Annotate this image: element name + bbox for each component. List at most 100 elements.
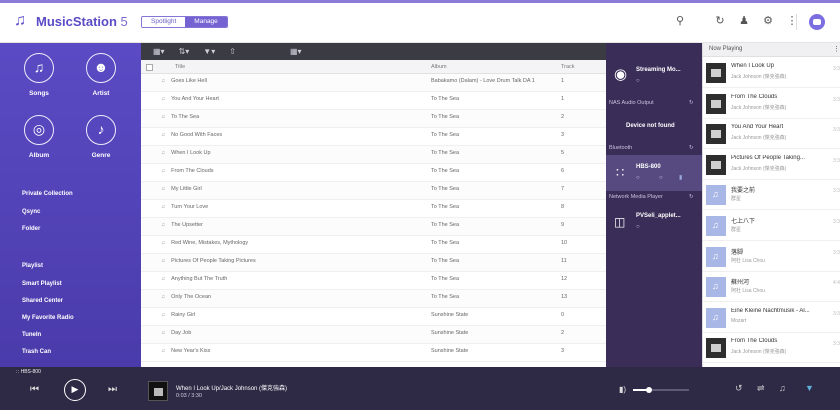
volume-icon[interactable]: ▮) [619,385,626,394]
song-track: 11 [561,258,567,264]
list-item[interactable]: Pictures Of People Taking... Jack Johnson… [703,150,840,180]
category-label: Artist [92,90,110,97]
next-icon[interactable]: ⏭ [108,384,117,395]
refresh-icon[interactable]: ↻ [713,14,727,28]
song-title: ♫ My Little Girl [161,186,202,192]
table-row[interactable]: ♫ When I Look Up To The Sea 5 [141,146,606,164]
avatar[interactable] [809,14,825,30]
list-item[interactable]: 七上八下群星 3:3 [703,211,840,241]
sidebar-item-qsync[interactable]: Qsync [22,209,40,215]
category-genre[interactable]: ♪ Genre [76,115,126,159]
equalizer-icon[interactable]: ♫ [779,383,786,393]
more-icon[interactable]: ▦▾ [290,47,302,56]
song-track: 0 [561,312,565,318]
refresh-icon[interactable]: ↻ [689,145,694,151]
album-art [706,185,726,206]
list-item[interactable]: You And Your Heart Jack Johnson (傑克強森) 3:3 [703,119,840,150]
headphones-icon: ◉ [614,66,628,83]
table-row[interactable]: ♫ You And Your Heart To The Sea 1 [141,92,606,110]
search-icon[interactable]: ⚲ [673,14,687,28]
song-album: To The Sea [431,294,460,300]
song-title: ♫ The Upsetter [161,222,203,228]
song-title: ♫ Only The Ocean [161,294,212,300]
table-row[interactable]: ♫ My Little Girl To The Sea 7 [141,182,606,200]
table-row[interactable]: ♫ From The Clouds To The Sea 6 [141,164,606,182]
song-track: 3 [561,348,565,354]
category-artist[interactable]: ☻ Artist [76,53,126,97]
music-note-icon: ♫ [161,258,166,264]
album-art [706,277,726,298]
previous-icon[interactable]: ⏮ [30,384,39,395]
radio-icon[interactable]: ○ [659,175,663,181]
table-row[interactable]: ♫ Goes Like Hell Babakamo (Dalam) - Love D… [141,74,606,92]
table-row[interactable]: ♫ Day Job Sunshine State 2 [141,326,606,344]
sidebar-item-favorite-radio[interactable]: My Favorite Radio [22,315,74,321]
more-icon[interactable]: ⋮ [833,45,840,53]
user-icon[interactable]: ♟ [737,14,751,28]
current-output-device[interactable]: ∷ HBS-800 [16,369,41,375]
trash-icon[interactable]: ▮ [679,174,682,181]
sidebar-item-private-collection[interactable]: Private Collection [22,191,73,197]
list-item[interactable]: 落脚阿杜 Lisa Chou 3:3 [703,242,840,272]
song-track: 8 [561,204,565,210]
music-note-icon: ♫ [161,132,166,138]
music-note-icon: ♫ [161,348,166,354]
music-note-icon: ♫ [24,53,54,83]
table-row[interactable]: ♫ Only The Ocean To The Sea 13 [141,290,606,308]
category-album[interactable]: ◎ Album [14,115,64,159]
view-icon[interactable]: ▦▾ [153,47,165,56]
column-title[interactable]: Title [175,64,430,70]
table-row[interactable]: ♫ The Upsetter To The Sea 9 [141,218,606,236]
list-item[interactable]: From The Clouds Jack Johnson (傑克強森) 3:3 [703,89,840,119]
table-row[interactable]: ♫ Anything But The Truth To The Sea 12 [141,272,606,290]
table-row[interactable]: ♫ Red Wine, Mistakes, Mythology To The Sea… [141,236,606,254]
play-button[interactable]: ▶ [64,379,86,401]
refresh-icon[interactable]: ↻ [689,194,694,200]
filter-icon[interactable]: ▼▾ [203,47,215,56]
sidebar-item-shared-center[interactable]: Shared Center [22,298,63,304]
volume-knob[interactable] [645,387,652,393]
radio-icon[interactable]: ○ [636,78,640,84]
list-item[interactable]: Eine Kleine Nachtmusik - Al... Mozart 3:3 [703,303,840,333]
network-device-name[interactable]: PVSeli_applet... [636,213,681,219]
streaming-mode-label[interactable]: Streaming Mo... [636,67,681,73]
table-row[interactable]: ♫ New Year's Kiss Sunshine State 3 [141,344,606,362]
list-item[interactable]: When I Look Up Jack Johnson (傑克強森) 3:3 [703,58,840,88]
shuffle-icon[interactable]: ⇌ [757,383,765,394]
sidebar-item-playlist[interactable]: Playlist [22,263,43,269]
song-album: Sunshine State [431,348,469,354]
table-row[interactable]: ♫ Rainy Girl Sunshine State 0 [141,308,606,326]
column-track[interactable]: Track [561,64,591,70]
sidebar-item-folder[interactable]: Folder [22,226,40,232]
list-item[interactable]: 蘇州河阿杜 Lisa Chou 4:4 [703,272,840,303]
mode-spotlight-button[interactable]: Spotlight [142,17,186,27]
list-item[interactable]: From The Clouds Jack Johnson (傑克強森) 3:3 [703,333,840,364]
category-songs[interactable]: ♫ Songs [14,53,64,97]
top-bar: ♫ MusicStation 5 Spotlight Manage ⚲ ↻ ♟ … [0,0,840,43]
select-all-checkbox[interactable] [146,64,153,71]
table-row[interactable]: ♫ Pictures Of People Taking Pictures To Th… [141,254,606,272]
radio-icon[interactable]: ○ [636,175,640,181]
sidebar-item-trash-can[interactable]: Trash Can [22,349,51,355]
track-artist: 群星 [731,196,742,203]
volume-slider[interactable] [633,387,689,393]
sidebar-item-tunein[interactable]: TuneIn [22,332,41,338]
mode-manage-button[interactable]: Manage [185,17,227,27]
track-artist: Jack Johnson (傑克強森) [731,74,787,80]
wifi-icon[interactable]: ▼ [805,383,814,393]
sort-icon[interactable]: ⇅▾ [179,47,190,56]
upload-icon[interactable]: ⇧ [229,47,236,56]
table-row[interactable]: ♫ To The Sea To The Sea 2 [141,110,606,128]
app-title: MusicStation 5 [36,14,128,29]
song-title: ♫ Goes Like Hell [161,78,207,84]
radio-icon[interactable]: ○ [636,224,640,230]
table-row[interactable]: ♫ Turn Your Love To The Sea 8 [141,200,606,218]
column-album[interactable]: Album [431,64,557,70]
settings-icon[interactable]: ⚙ [761,14,775,28]
music-note-icon: ♫ [161,114,166,120]
repeat-icon[interactable]: ↺ [735,383,743,394]
sidebar-item-smart-playlist[interactable]: Smart Playlist [22,281,62,287]
table-row[interactable]: ♫ No Good With Faces To The Sea 3 [141,128,606,146]
refresh-icon[interactable]: ↻ [689,100,694,106]
list-item[interactable]: 我要之前群星 3:3 [703,180,840,211]
